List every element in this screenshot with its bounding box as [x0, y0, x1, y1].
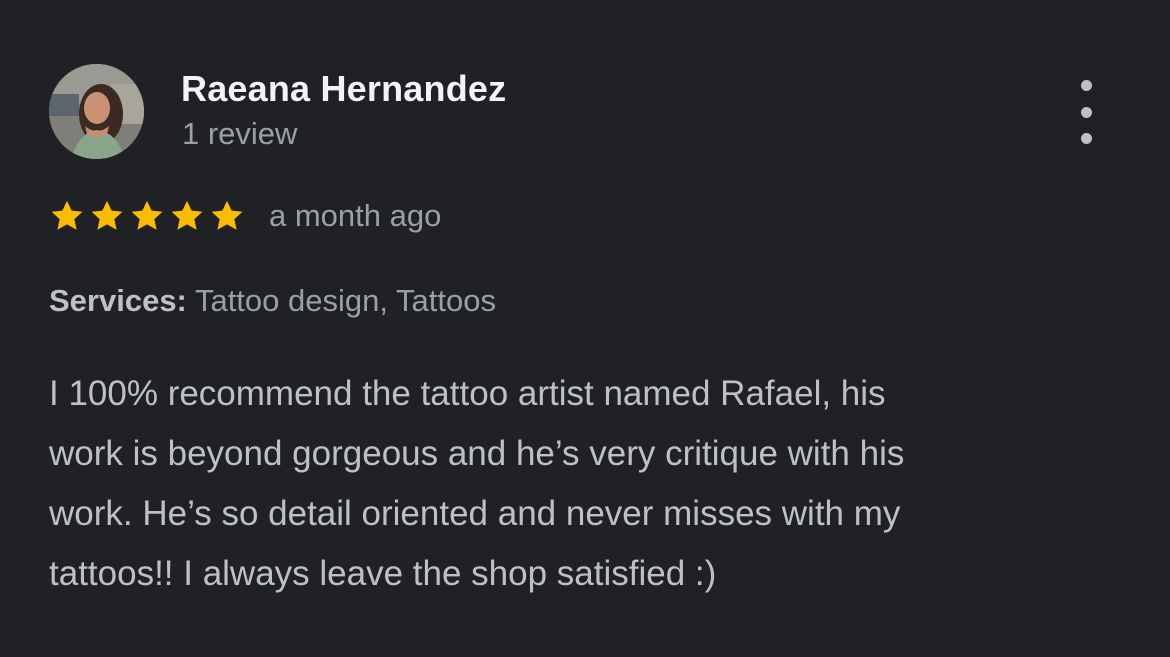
- star-rating: [48, 198, 246, 234]
- review-text: I 100% recommend the tattoo artist named…: [49, 364, 1129, 604]
- services-value: Tattoo design, Tattoos: [194, 283, 496, 318]
- star-filled-icon: [51, 200, 83, 230]
- services-label: Services:: [49, 283, 187, 318]
- more-options-button[interactable]: [1066, 80, 1106, 144]
- star-filled-icon: [171, 200, 203, 230]
- review-text-line: work. He’s so detail oriented and never …: [49, 494, 901, 533]
- avatar[interactable]: [49, 64, 144, 159]
- star-filled-icon: [131, 200, 163, 230]
- reviewer-photo: [49, 64, 144, 159]
- star-filled-icon: [211, 200, 243, 230]
- review-text-line: tattoos!! I always leave the shop satisf…: [49, 554, 717, 593]
- review-text-line: I 100% recommend the tattoo artist named…: [49, 374, 886, 413]
- more-vertical-icon-dot: [1080, 106, 1092, 118]
- star-filled-icon: [91, 200, 123, 230]
- more-vertical-icon-dot: [1080, 133, 1092, 144]
- reviewer-name[interactable]: Raeana Hernandez: [181, 68, 506, 110]
- services-line: Services: Tattoo design, Tattoos: [49, 283, 496, 319]
- review-time: a month ago: [269, 198, 442, 233]
- review-count: 1 review: [182, 116, 298, 151]
- review-card: Raeana Hernandez 1 review a month ago Se…: [0, 0, 1170, 657]
- more-vertical-icon: [1080, 80, 1092, 91]
- review-text-line: work is beyond gorgeous and he’s very cr…: [49, 434, 905, 473]
- rating-row: a month ago: [48, 196, 441, 236]
